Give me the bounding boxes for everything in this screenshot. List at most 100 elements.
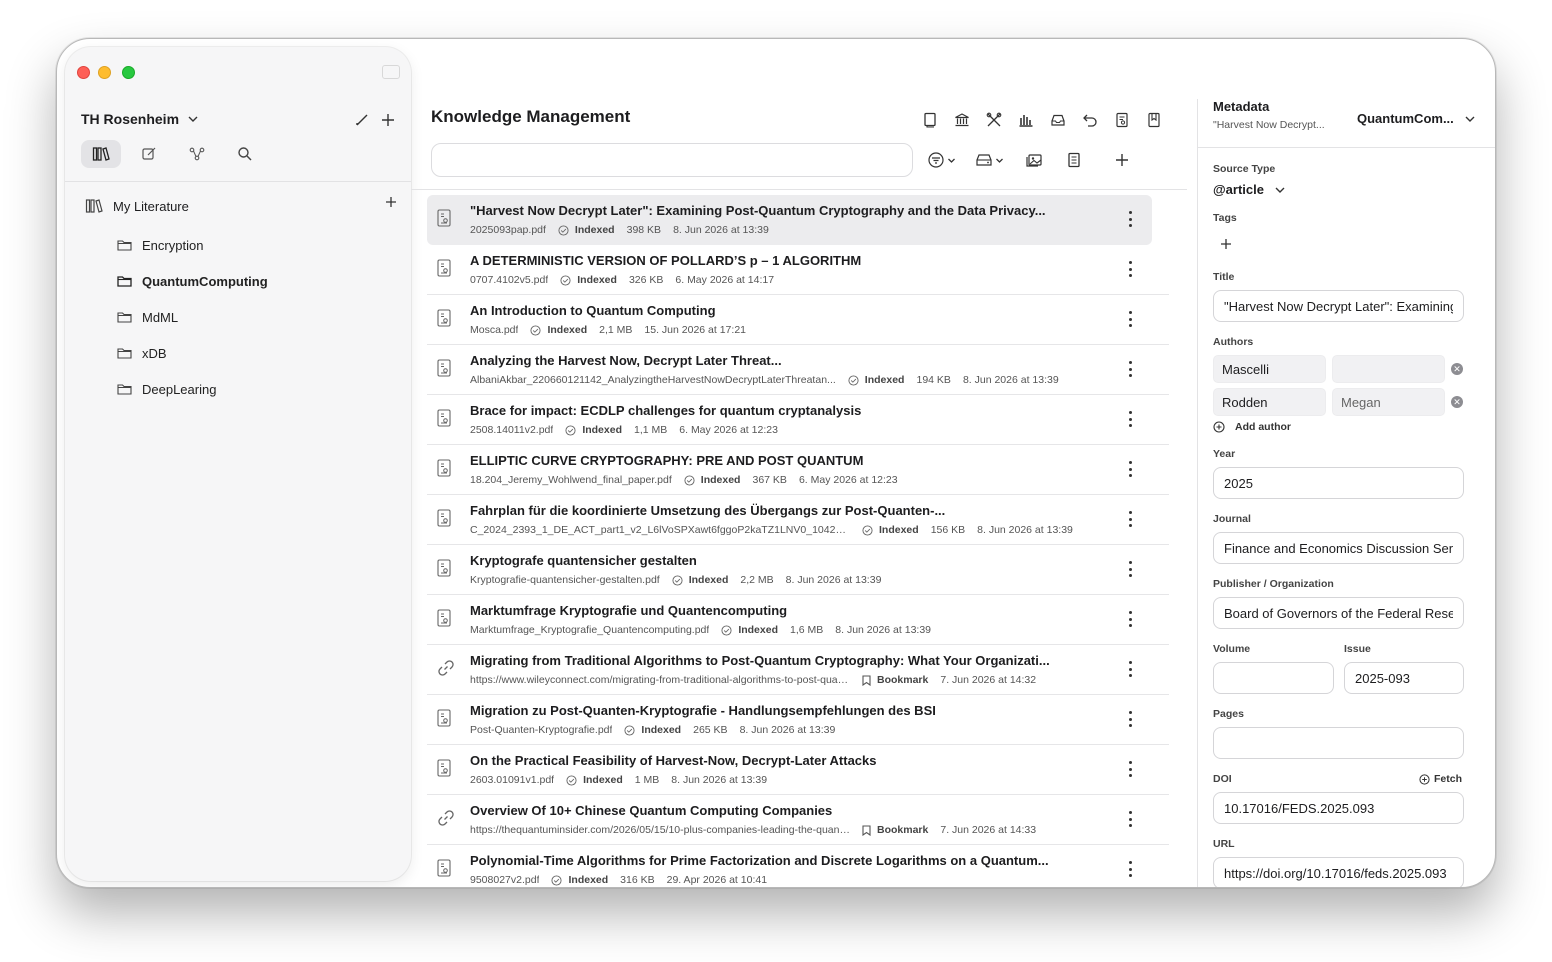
sidebar-item-mdml[interactable]: MdML	[117, 299, 268, 335]
search-input[interactable]	[431, 143, 913, 177]
document-meta: Marktumfrage_Kryptografie_Quantencomputi…	[470, 624, 931, 636]
doi-field[interactable]	[1213, 792, 1464, 824]
close-window-button[interactable]	[77, 66, 90, 79]
table-row[interactable]: Migrating from Traditional Algorithms to…	[427, 645, 1169, 695]
sidebar-item-xdb[interactable]: xDB	[117, 335, 268, 371]
document-size: 156 KB	[930, 524, 966, 536]
status-label: Indexed	[688, 574, 729, 586]
chevron-down-icon	[996, 158, 1003, 163]
table-row[interactable]: Marktumfrage Kryptografie und Quantencom…	[427, 595, 1169, 645]
table-row[interactable]: Polynomial-Time Algorithms for Prime Fac…	[427, 845, 1169, 887]
add-author-button[interactable]: Add author	[1213, 421, 1291, 433]
url-field[interactable]	[1213, 857, 1464, 887]
more-options-icon[interactable]	[1122, 808, 1138, 830]
status-label: Indexed	[864, 374, 905, 386]
more-options-icon[interactable]	[1122, 458, 1138, 480]
pdf-document-icon	[437, 409, 453, 429]
author-1-last-name[interactable]	[1213, 355, 1326, 383]
zoom-window-button[interactable]	[122, 66, 135, 79]
tab-search[interactable]	[225, 140, 265, 168]
table-row[interactable]: Fahrplan für die koordinierte Umsetzung …	[427, 495, 1169, 545]
library-root-item[interactable]: My Literature	[85, 193, 405, 219]
add-tag-button[interactable]	[1217, 235, 1235, 253]
document-date: 7. Jun 2026 at 14:32	[940, 674, 1037, 686]
table-row[interactable]: "Harvest Now Decrypt Later": Examining P…	[427, 195, 1152, 245]
page-title: Knowledge Management	[431, 107, 631, 126]
document-search-icon[interactable]	[1111, 109, 1133, 131]
tab-library[interactable]	[81, 140, 121, 168]
storage-menu-button[interactable]	[975, 147, 1004, 173]
document-date: 6. May 2026 at 12:23	[798, 474, 898, 486]
title-field[interactable]	[1213, 290, 1464, 322]
more-options-icon[interactable]	[1122, 758, 1138, 780]
table-row[interactable]: ELLIPTIC CURVE CRYPTOGRAPHY: PRE AND POS…	[427, 445, 1169, 495]
table-row[interactable]: A DETERMINISTIC VERSION OF POLLARD’S p –…	[427, 245, 1169, 295]
tray-icon[interactable]	[1047, 109, 1069, 131]
filter-menu-button[interactable]	[927, 147, 956, 173]
year-field[interactable]	[1213, 467, 1464, 499]
gallery-button[interactable]	[1025, 147, 1043, 173]
remove-author-2-button[interactable]: ✕	[1451, 396, 1463, 408]
more-options-icon[interactable]	[1122, 258, 1138, 280]
table-row[interactable]: Kryptografe quantensicher gestalten Krypt…	[427, 545, 1169, 595]
issue-field[interactable]	[1344, 662, 1464, 694]
volume-field[interactable]	[1213, 662, 1334, 694]
document-filename: Kryptografie-quantensicher-gestalten.pdf	[470, 574, 660, 586]
undo-icon[interactable]	[1079, 109, 1101, 131]
table-row[interactable]: Analyzing the Harvest Now, Decrypt Later…	[427, 345, 1169, 395]
author-2-last-name[interactable]	[1213, 388, 1326, 416]
tab-notes[interactable]	[129, 140, 169, 168]
metadata-header-divider	[1197, 147, 1495, 148]
bar-chart-icon[interactable]	[1015, 109, 1037, 131]
publisher-field[interactable]	[1213, 597, 1464, 629]
fetch-doi-button[interactable]: Fetch	[1419, 773, 1462, 785]
folder-icon	[117, 275, 132, 287]
table-row[interactable]: On the Practical Feasibility of Harvest-…	[427, 745, 1169, 795]
sidebar-item-encryption[interactable]: Encryption	[117, 227, 268, 263]
more-options-icon[interactable]	[1122, 608, 1138, 630]
remove-author-1-button[interactable]: ✕	[1451, 363, 1463, 375]
institution-icon[interactable]	[951, 109, 973, 131]
add-button[interactable]	[377, 109, 399, 131]
more-options-icon[interactable]	[1122, 558, 1138, 580]
more-options-icon[interactable]	[1122, 308, 1138, 330]
table-row[interactable]: Migration zu Post-Quanten-Kryptografie -…	[427, 695, 1169, 745]
table-row[interactable]: An Introduction to Quantum Computing Mosc…	[427, 295, 1169, 345]
status-label: Indexed	[879, 524, 919, 536]
sidebar-toggle-icon[interactable]	[382, 65, 400, 79]
document-size: 316 KB	[620, 874, 655, 886]
more-options-icon[interactable]	[1122, 208, 1138, 230]
source-type-selector[interactable]: @article	[1213, 182, 1286, 197]
more-options-icon[interactable]	[1122, 658, 1138, 680]
document-size: 1,6 MB	[790, 624, 824, 636]
add-document-button[interactable]	[1115, 147, 1129, 173]
table-row[interactable]: Brace for impact: ECDLP challenges for q…	[427, 395, 1169, 445]
more-options-icon[interactable]	[1122, 408, 1138, 430]
collection-selector[interactable]: QuantumCom...	[1357, 111, 1476, 126]
sidebar-item-deeplearing[interactable]: DeepLearing	[117, 371, 268, 407]
author-2-first-name[interactable]	[1332, 388, 1445, 416]
document-list-button[interactable]	[1067, 147, 1081, 173]
check-circle-icon	[672, 574, 683, 586]
check-circle-icon	[721, 624, 732, 636]
edit-pencil-button[interactable]	[351, 109, 373, 131]
pages-field[interactable]	[1213, 727, 1464, 759]
more-options-icon[interactable]	[1122, 358, 1138, 380]
add-folder-button[interactable]	[385, 196, 397, 208]
table-row[interactable]: Overview Of 10+ Chinese Quantum Computin…	[427, 795, 1169, 845]
document-meta: 2508.14011v2.pdf Indexed 1,1 MB 6. May 2026…	[470, 424, 778, 436]
tools-icon[interactable]	[983, 109, 1005, 131]
sidebar-item-quantumcomputing[interactable]: QuantumComputing	[117, 263, 268, 299]
author-1-first-name[interactable]	[1332, 355, 1445, 383]
check-circle-icon	[551, 874, 563, 886]
minimize-window-button[interactable]	[98, 66, 111, 79]
journal-field[interactable]	[1213, 532, 1464, 564]
more-options-icon[interactable]	[1122, 858, 1138, 880]
book-icon[interactable]	[919, 109, 941, 131]
workspace-selector[interactable]: TH Rosenheim	[81, 111, 199, 127]
more-options-icon[interactable]	[1122, 508, 1138, 530]
document-status: Bookmark	[862, 674, 928, 686]
bookmark-book-icon[interactable]	[1143, 109, 1165, 131]
tab-graph[interactable]	[177, 140, 217, 168]
more-options-icon[interactable]	[1122, 708, 1138, 730]
